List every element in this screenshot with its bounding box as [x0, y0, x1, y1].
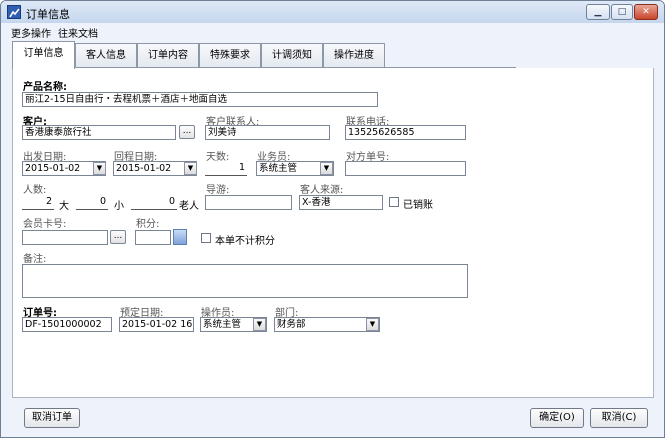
remark-textarea[interactable]	[22, 264, 468, 298]
menu-more-actions[interactable]: 更多操作	[11, 25, 51, 40]
tab-order-content[interactable]: 订单内容	[137, 43, 199, 68]
points-book-icon[interactable]	[173, 229, 187, 245]
salesman-dropdown-icon[interactable]: ▼	[320, 162, 333, 175]
elders-field[interactable]: 0	[131, 195, 177, 210]
app-icon	[7, 5, 21, 19]
footer-bar: 取消订单 确定(O) 取消(C)	[1, 399, 664, 437]
customer-field[interactable]: 香港康泰旅行社	[22, 125, 176, 140]
window-title: 订单信息	[26, 8, 70, 21]
points-field[interactable]	[135, 230, 171, 245]
cancel-button[interactable]: 取消(C)	[590, 408, 648, 428]
member-card-field[interactable]	[22, 230, 108, 245]
tab-guest-info[interactable]: 客人信息	[75, 43, 137, 68]
tab-order-info[interactable]: 订单信息	[12, 41, 75, 69]
maximize-button[interactable]: □	[611, 4, 633, 20]
member-card-label: 会员卡号:	[23, 219, 67, 230]
booking-date-field[interactable]: 2015-01-02 16:31	[119, 317, 194, 332]
people-label: 人数:	[23, 185, 47, 196]
tab-special-requests[interactable]: 特殊要求	[199, 43, 261, 68]
customer-picker-button[interactable]: ...	[179, 125, 195, 139]
product-name-field[interactable]: 丽江2-15日自由行・去程机票＋酒店＋地面自选	[22, 92, 378, 107]
source-label: 客人来源:	[300, 185, 344, 196]
ok-button[interactable]: 确定(O)	[530, 408, 584, 428]
children-unit: 小	[114, 201, 124, 212]
no-points-checkbox[interactable]	[201, 233, 211, 243]
children-field[interactable]: 0	[76, 195, 108, 210]
return-date-dropdown-icon[interactable]: ▼	[184, 162, 197, 175]
guide-field[interactable]	[205, 195, 292, 210]
adults-field[interactable]: 2	[22, 195, 54, 210]
title-bar: 订单信息 ▁ □ ✕	[1, 1, 664, 23]
remark-label: 备注:	[23, 254, 47, 265]
days-field[interactable]: 1	[205, 161, 247, 176]
elders-unit: 老人	[179, 201, 199, 212]
member-picker-button[interactable]: ...	[110, 230, 126, 244]
tab-progress[interactable]: 操作进度	[323, 43, 385, 68]
adults-unit: 大	[59, 201, 69, 212]
operator-dropdown-icon[interactable]: ▼	[253, 318, 266, 331]
cancelled-label: 已销账	[403, 200, 433, 211]
department-select[interactable]: 财务部	[274, 317, 380, 332]
depart-date-dropdown-icon[interactable]: ▼	[93, 162, 106, 175]
cancelled-checkbox[interactable]	[389, 197, 399, 207]
counter-order-field[interactable]	[345, 161, 466, 176]
order-info-window: 订单信息 ▁ □ ✕ 更多操作 往来文档 订单信息 客人信息 订单内容 特殊要求…	[0, 0, 665, 438]
source-field[interactable]: X-香港	[299, 195, 383, 210]
phone-field[interactable]: 13525626585	[345, 125, 466, 140]
close-button[interactable]: ✕	[634, 4, 658, 20]
menu-bar: 更多操作 往来文档	[1, 23, 664, 40]
menu-documents[interactable]: 往来文档	[58, 25, 98, 40]
minimize-button[interactable]: ▁	[586, 4, 610, 20]
order-no-field[interactable]: DF-1501000002	[22, 317, 112, 332]
points-label: 积分:	[136, 219, 160, 230]
guide-label: 导游:	[206, 185, 230, 196]
product-label: 产品名称:	[23, 82, 67, 93]
contact-field[interactable]: 刘美诗	[205, 125, 330, 140]
cancel-order-button[interactable]: 取消订单	[24, 408, 80, 428]
department-dropdown-icon[interactable]: ▼	[366, 318, 379, 331]
tab-dispatch-notes[interactable]: 计调须知	[261, 43, 323, 68]
order-info-panel: 产品名称: 丽江2-15日自由行・去程机票＋酒店＋地面自选 客户: 香港康泰旅行…	[12, 68, 654, 398]
no-points-label: 本单不计积分	[215, 236, 275, 247]
